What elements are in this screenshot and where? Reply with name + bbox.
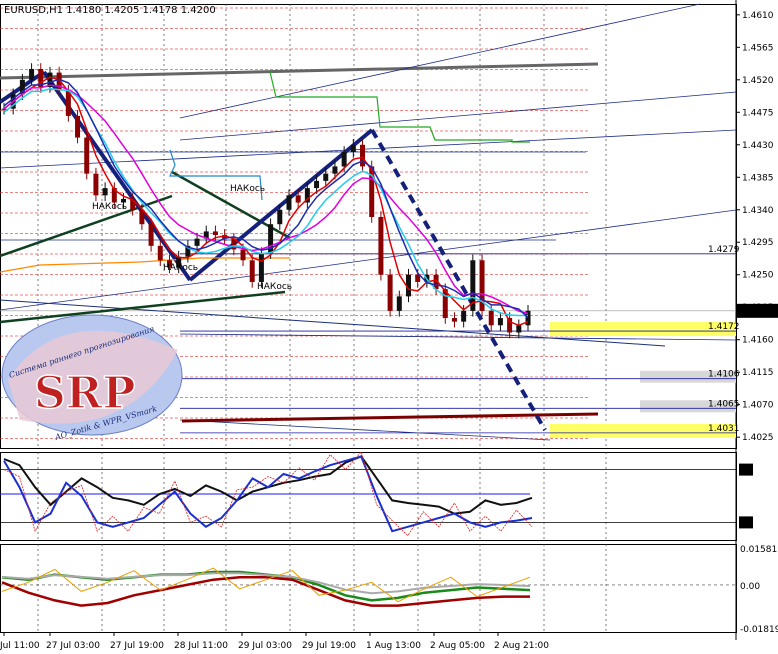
price-tick-label: 1.4160 xyxy=(742,336,774,346)
time-tick-label: Jul 11:00 xyxy=(0,641,40,651)
candle-body xyxy=(323,173,329,181)
candle-body xyxy=(277,209,283,225)
price-tick-label: 1.4385 xyxy=(742,173,774,183)
time-tick-label: 28 Jul 11:00 xyxy=(174,641,228,651)
time-tick-label: 29 Jul 03:00 xyxy=(238,641,292,651)
candle-body xyxy=(75,115,81,138)
annotation-label: НАКось xyxy=(230,184,265,194)
chart-header: EURUSD,H1 1.4180 1.4205 1.4178 1.4200 xyxy=(4,5,216,16)
osc-tick-label: 0.00 xyxy=(740,582,760,592)
price-level-label: 1.4031 xyxy=(708,424,740,434)
time-tick-label: 1 Aug 13:00 xyxy=(366,641,421,651)
candle-body xyxy=(387,274,393,311)
price-tick-label: 1.4610 xyxy=(742,11,774,21)
candle-body xyxy=(497,318,503,326)
time-tick-label: 2 Aug 21:00 xyxy=(494,641,549,651)
candle-body xyxy=(461,310,467,322)
price-level-label: 1.4106 xyxy=(708,370,740,380)
annotation-label: НАКось xyxy=(92,202,127,212)
price-tick-label: 1.4070 xyxy=(742,401,774,411)
price-tick-label: 1.4565 xyxy=(742,43,774,53)
price-tick-label: 1.4025 xyxy=(742,433,774,443)
price-tick-label: 1.4115 xyxy=(742,368,774,378)
time-tick-label: 29 Jul 19:00 xyxy=(302,641,356,651)
price-tick-label: 1.4430 xyxy=(742,141,774,151)
candle-body xyxy=(93,173,99,196)
candle-body xyxy=(451,318,457,322)
price-level-label: 1.4065 xyxy=(708,399,740,409)
price-level-label: 1.4172 xyxy=(708,322,740,332)
price-tick-label: 1.4340 xyxy=(742,206,774,216)
time-tick-label: 27 Jul 03:00 xyxy=(46,641,100,651)
price-tick-label: 1.4250 xyxy=(742,271,774,281)
candle-body xyxy=(1,108,7,110)
price-tick-label: 1.4520 xyxy=(742,76,774,86)
candle-body xyxy=(148,224,154,246)
candle-body xyxy=(396,296,402,311)
candle-body xyxy=(212,231,218,236)
price-tick-label: 1.4475 xyxy=(742,108,774,118)
candle-body xyxy=(378,216,384,275)
candle-body xyxy=(360,144,366,167)
candle-body xyxy=(258,253,264,282)
candle-body xyxy=(488,310,494,326)
candle-body xyxy=(84,137,90,174)
candle-body xyxy=(286,195,292,210)
candle-body xyxy=(249,260,255,282)
osc-tick-label: 0.01581 xyxy=(740,545,777,555)
osc-tick-label: 20 xyxy=(740,467,752,477)
candle-body xyxy=(194,238,200,246)
candle-body xyxy=(102,188,108,196)
price-tick-label: 1.4295 xyxy=(742,238,774,248)
time-tick-label: 2 Aug 05:00 xyxy=(430,641,485,651)
candle-body xyxy=(295,195,301,203)
candle-body xyxy=(240,249,246,261)
candle-body xyxy=(341,152,347,167)
price-level-label: 1.4279 xyxy=(708,245,740,255)
candle-body xyxy=(29,68,35,80)
osc-tick-label: -0.01819 xyxy=(740,625,778,635)
candle-body xyxy=(314,180,320,189)
logo-letters: SRP xyxy=(34,368,135,419)
candle-body xyxy=(350,144,356,152)
osc-tick-label: 80 xyxy=(740,519,752,529)
current-price-label: 1.4200 xyxy=(740,308,772,318)
candle-body xyxy=(157,245,163,261)
annotation-label: НАКось xyxy=(163,263,198,273)
candle-body xyxy=(332,166,338,174)
candle-body xyxy=(516,325,522,333)
price-chart[interactable]: 1.4279 1.4172 1.4106 1.4065 1.4031 80 20 0.01… xyxy=(0,0,778,654)
time-tick-label: 27 Jul 19:00 xyxy=(110,641,164,651)
annotation-label: НАКось xyxy=(257,282,292,292)
